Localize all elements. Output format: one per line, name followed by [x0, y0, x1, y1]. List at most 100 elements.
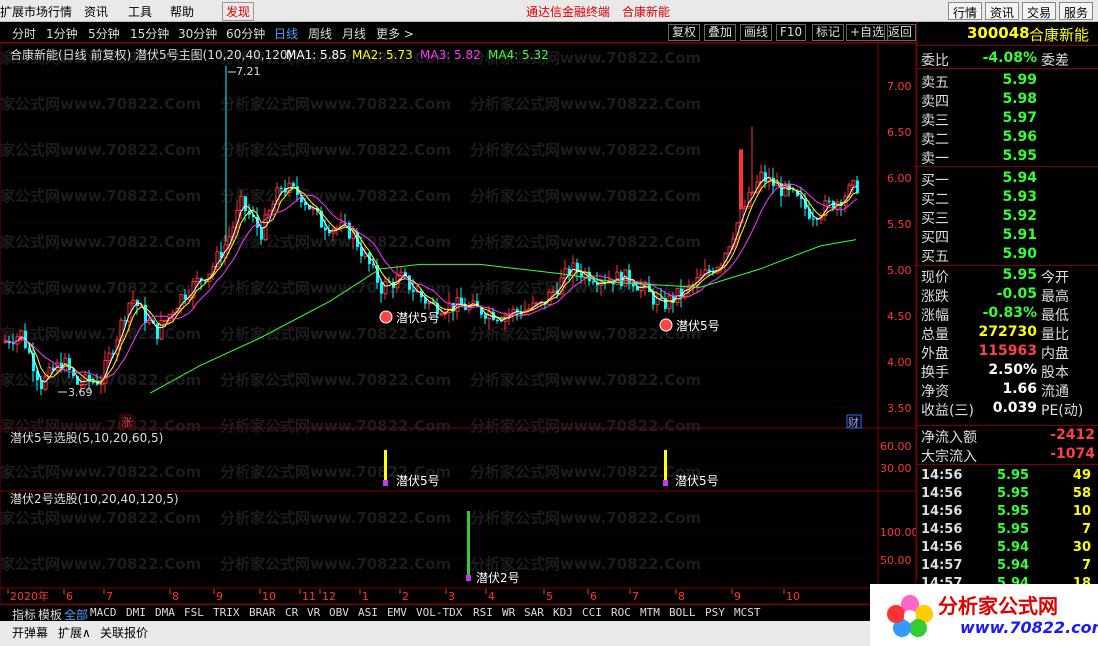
buy-value: 5.92	[1002, 208, 1037, 224]
stat-value: 2.50%	[988, 362, 1037, 378]
indicator-tab[interactable]: BOLL	[669, 606, 696, 619]
stat-label: 收益(三)	[921, 403, 974, 419]
indicator-tab[interactable]: DMA	[155, 606, 175, 619]
expand-button[interactable]: 扩展∧	[58, 624, 91, 641]
period-5min[interactable]: 5分钟	[88, 25, 120, 42]
buy-row: 买四 5.91	[917, 227, 1098, 246]
menu-market[interactable]: 扩展市场行情	[0, 3, 72, 20]
tick-price: 5.95	[997, 522, 1030, 537]
buy-row: 买一 5.94	[917, 170, 1098, 189]
stat-value: 115963	[978, 343, 1037, 359]
trade-button[interactable]: 交易	[1022, 2, 1057, 20]
x-tick: 9	[216, 590, 223, 603]
indicator-tab[interactable]: RSI	[473, 606, 493, 619]
tick-volume: 49	[1072, 468, 1091, 483]
indicator-tab[interactable]: CCI	[582, 606, 602, 619]
period-15min[interactable]: 15分钟	[130, 25, 169, 42]
indicator-tab[interactable]: ASI	[358, 606, 378, 619]
indicator-tab[interactable]: SAR	[524, 606, 544, 619]
news-button[interactable]: 资讯	[985, 2, 1020, 20]
menu-help[interactable]: 帮助	[170, 3, 194, 20]
buy-row: 买三 5.92	[917, 208, 1098, 227]
svg-text:分析家公式网www.70822.Com: 分析家公式网www.70822.Com	[0, 555, 201, 573]
sell-row: 卖一 5.95	[917, 148, 1098, 167]
sub1-label-1: 潜伏5号	[396, 474, 440, 488]
indicator-tab[interactable]: EMV	[387, 606, 407, 619]
stat-right-label: 量比	[1041, 327, 1069, 343]
date-axis: 2020年 6 7 8 9 10 11 12 1 2 3 4 5 6 7 8 9 10	[7, 589, 800, 603]
sell-value: 5.98	[1002, 91, 1037, 107]
menu-tools[interactable]: 工具	[128, 3, 152, 20]
x-tick: 8	[678, 590, 685, 603]
indicator-tab[interactable]: ROC	[611, 606, 631, 619]
overlay-button[interactable]: 叠加	[704, 24, 737, 41]
kline-chart[interactable]: 分析家公式网www.70822.Com 分析家公式网www.70822.Com 分析…	[0, 43, 916, 604]
mark-button[interactable]: 标记	[812, 24, 845, 41]
indicator-tab[interactable]: MTM	[640, 606, 660, 619]
sub2-tick: 50.00	[880, 554, 912, 567]
sub1-bar-1	[384, 450, 387, 485]
svg-text:分析家公式网www.70822.Com: 分析家公式网www.70822.Com	[470, 187, 701, 205]
indicator-tab[interactable]: WR	[502, 606, 515, 619]
add-favorite-button[interactable]: +自选	[846, 24, 889, 41]
x-tick: 6	[590, 590, 597, 603]
indicator-tab[interactable]: TRIX	[213, 606, 240, 619]
panel-separator	[917, 464, 1098, 465]
f10-button[interactable]: F10	[776, 24, 807, 41]
draw-button[interactable]: 画线	[740, 24, 773, 41]
danmaku-button[interactable]: 开弹幕	[12, 624, 48, 641]
stat-label: 净资	[921, 384, 949, 400]
indicator-tab[interactable]: KDJ	[553, 606, 573, 619]
period-intraday[interactable]: 分时	[12, 25, 36, 42]
svg-text:分析家公式网www.70822.Com: 分析家公式网www.70822.Com	[470, 417, 701, 435]
sell-row: 卖二 5.96	[917, 129, 1098, 148]
linked-quote-button[interactable]: 关联报价	[100, 624, 148, 641]
app-title: 通达信金融终端	[526, 5, 611, 19]
tick-volume: 58	[1072, 486, 1091, 501]
sub2-title: 潜伏2号选股(10,20,40,120,5)	[10, 492, 179, 506]
signal-label-2: 潜伏5号	[676, 319, 720, 333]
tick-price: 5.94	[997, 540, 1030, 555]
indicator-tab[interactable]: MACD	[90, 606, 117, 619]
adjust-button[interactable]: 复权	[668, 24, 701, 41]
period-30min[interactable]: 30分钟	[178, 25, 217, 42]
indicator-tab[interactable]: CR	[285, 606, 298, 619]
buy-row: 买五 5.90	[917, 246, 1098, 265]
stat-row: 净资 1.66 流通	[917, 381, 1098, 400]
period-1min[interactable]: 1分钟	[46, 25, 78, 42]
menu-discover[interactable]: 发现	[222, 2, 255, 21]
period-monthly[interactable]: 月线	[342, 25, 366, 42]
back-button[interactable]: 返回	[884, 24, 916, 41]
svg-text:分析家公式网www.70822.Com: 分析家公式网www.70822.Com	[470, 233, 701, 251]
indicator-tab[interactable]: VOL-TDX	[416, 606, 462, 619]
period-weekly[interactable]: 周线	[308, 25, 332, 42]
indicator-tabs: 指标 模板 全部 MACD DMI DMA FSL TRIX BRAR CR VR OBV ASI EMV…	[0, 604, 916, 622]
stat-value: -0.83%	[982, 305, 1037, 321]
zhang-label: 涨	[121, 416, 132, 429]
indicator-tab[interactable]: MCST	[734, 606, 761, 619]
stat-right-label: 最高	[1041, 289, 1069, 305]
x-tick: 5	[546, 590, 553, 603]
stat-right-label: 流通	[1041, 384, 1069, 400]
buy-value: 5.93	[1002, 189, 1037, 205]
indicator-tab[interactable]: FSL	[184, 606, 204, 619]
indicator-tab[interactable]: OBV	[329, 606, 349, 619]
candlesticks	[3, 65, 859, 396]
menu-news[interactable]: 资讯	[84, 3, 108, 20]
tick-row: 14:56 5.95 58	[917, 486, 1098, 504]
tick-row: 14:56 5.95 7	[917, 522, 1098, 540]
period-more[interactable]: 更多 >	[376, 25, 414, 42]
tick-price: 5.94	[997, 558, 1030, 573]
service-button[interactable]: 服务	[1059, 2, 1094, 20]
svg-text:分析家公式网www.70822.Com: 分析家公式网www.70822.Com	[470, 95, 701, 113]
stat-row: 换手 2.50% 股本	[917, 362, 1098, 381]
stat-label: 涨跌	[921, 289, 949, 305]
period-daily[interactable]: 日线	[274, 25, 298, 42]
indicator-tab[interactable]: PSY	[705, 606, 725, 619]
y-tick: 3.50	[887, 402, 912, 415]
indicator-tab[interactable]: BRAR	[249, 606, 276, 619]
indicator-tab[interactable]: DMI	[126, 606, 146, 619]
period-60min[interactable]: 60分钟	[226, 25, 265, 42]
quote-button[interactable]: 行情	[948, 2, 983, 20]
indicator-tab[interactable]: VR	[307, 606, 320, 619]
